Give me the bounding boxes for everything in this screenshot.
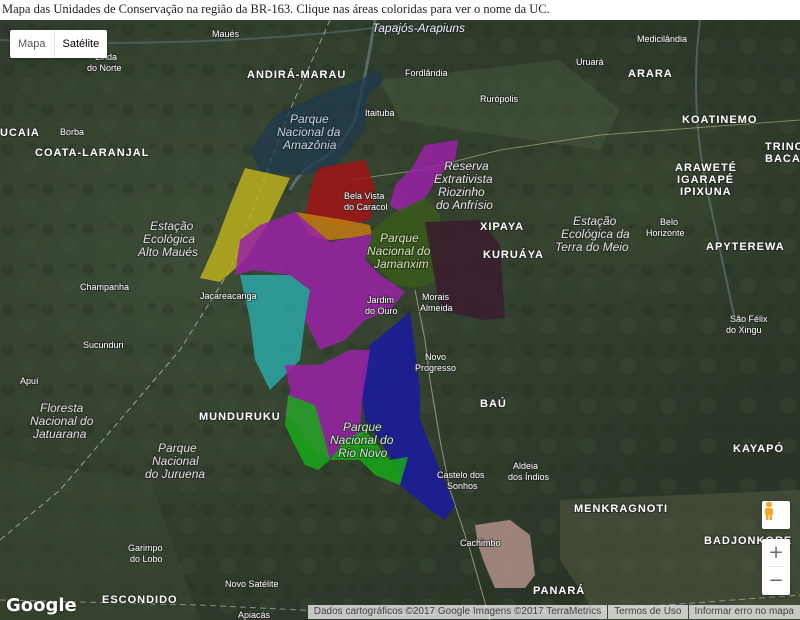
label-est-meio-1: Estação — [573, 214, 617, 228]
label-belo-2: Horizonte — [646, 228, 685, 238]
label-morais-1: Morais — [422, 292, 450, 302]
label-aldeia-1: Aldeia — [513, 461, 538, 471]
label-juruena-2: Nacional — [152, 454, 199, 468]
label-jardim-1: Jardim — [367, 295, 394, 305]
label-borba: Borba — [60, 127, 84, 137]
label-do-norte: do Norte — [87, 63, 122, 73]
label-koatinemo: KOATINEMO — [682, 114, 757, 126]
label-apiacas: Apiacás — [238, 610, 271, 620]
label-juruena-3: do Juruena — [145, 467, 205, 481]
label-novo-progresso-2: Progresso — [415, 363, 456, 373]
zoom-in-button[interactable]: + — [762, 539, 790, 566]
label-novo-progresso-1: Novo — [425, 352, 446, 362]
label-resex-3: Riozinho — [438, 185, 485, 199]
label-munduruku: MUNDURUKU — [199, 411, 281, 423]
label-panara: PANARÁ — [533, 584, 585, 597]
label-ucaia: UCAIA — [0, 127, 40, 139]
label-sucunduri: Sucunduri — [83, 340, 124, 350]
label-garimpo-2: do Lobo — [130, 554, 163, 564]
label-pn-amazonia-2: Nacional da — [277, 125, 341, 139]
pegman-icon — [765, 501, 773, 520]
label-rio-novo-2: Nacional do — [330, 433, 394, 447]
label-trinch: TRINCH — [765, 141, 800, 153]
label-resex-1: Reserva — [444, 159, 489, 173]
label-est-alto-1: Estação — [150, 219, 194, 233]
label-ruropolis: Rurópolis — [480, 94, 519, 104]
label-jacareacanga: Jacareacanga — [200, 291, 257, 301]
label-pn-amazonia-3: Amazônia — [282, 138, 337, 152]
label-medicilandia: Medicilândia — [637, 34, 687, 44]
label-champanha: Champanha — [80, 282, 129, 292]
label-itaituba: Itaituba — [365, 108, 395, 118]
label-ipixuna: IPIXUNA — [680, 186, 732, 198]
label-resex-2: Extrativista — [434, 172, 493, 186]
label-est-alto-2: Ecológica — [143, 232, 195, 246]
label-uruara: Uruará — [576, 57, 604, 67]
label-est-alto-3: Alto Maués — [137, 245, 198, 259]
google-logo: Google — [6, 595, 77, 616]
label-pn-amazonia-1: Parque — [290, 112, 329, 126]
label-resex-4: do Anfrísio — [436, 198, 493, 212]
label-sao-felix-2: do Xingu — [726, 325, 762, 335]
label-tapajos-arapiuns: Tapajós-Arapiuns — [372, 21, 465, 35]
label-escondido: ESCONDIDO — [102, 594, 178, 606]
label-jamanxim-1: Parque — [380, 231, 419, 245]
label-xipaya: XIPAYA — [480, 221, 524, 233]
label-rio-novo-1: Parque — [343, 420, 382, 434]
label-igarape: IGARAPÉ — [677, 173, 734, 186]
label-est-meio-3: Terra do Meio — [555, 240, 629, 254]
label-andira-marau: ANDIRÁ-MARAU — [247, 68, 346, 81]
label-juruena-1: Parque — [158, 441, 197, 455]
label-apyterewa: APYTEREWA — [706, 241, 785, 253]
label-castelo-1: Castelo dos — [437, 470, 485, 480]
label-garimpo-1: Garimpo — [128, 543, 163, 553]
zoom-control[interactable]: + − — [762, 539, 790, 595]
label-aldeia-2: dos Índios — [508, 472, 550, 482]
satellite-map-svg[interactable]: ANDIRÁ-MARAU Tapajós-Arapiuns Maués Ford… — [0, 20, 800, 620]
label-cachimbo: Cachimbo — [460, 538, 501, 548]
label-flona-2: Nacional do — [30, 414, 94, 428]
map-type-satellite-button[interactable]: Satélite — [53, 30, 108, 58]
label-est-meio-2: Ecológica da — [561, 227, 630, 241]
label-sao-felix-1: São Félix — [730, 314, 768, 324]
label-flona-1: Floresta — [40, 401, 84, 415]
label-menkragnoti: MENKRAGNOTI — [574, 503, 668, 515]
label-bacaja: BACA — [765, 153, 800, 165]
report-error-link[interactable]: Informar erro no mapa — [688, 605, 800, 619]
label-kayapo: KAYAPÓ — [733, 442, 784, 455]
map-type-control[interactable]: Mapa Satélite — [10, 30, 108, 58]
label-bela-vista-2: do Caracol — [344, 202, 388, 212]
zoom-out-button[interactable]: − — [762, 567, 790, 594]
label-fordlandia: Fordlândia — [405, 68, 448, 78]
label-novo-satelite: Novo Satélite — [225, 579, 279, 589]
terms-of-use-link[interactable]: Termos de Uso — [608, 605, 688, 619]
street-view-pegman[interactable] — [762, 501, 790, 529]
label-belo-1: Belo — [660, 217, 678, 227]
label-jamanxim-2: Nacional do — [367, 244, 431, 258]
label-arara: ARARA — [628, 68, 673, 80]
label-jamanxim-3: Jamanxim — [373, 257, 429, 271]
label-maues: Maués — [212, 29, 240, 39]
map-footer: Dados cartográficos ©2017 Google Imagens… — [307, 605, 800, 619]
map-canvas[interactable]: ANDIRÁ-MARAU Tapajós-Arapiuns Maués Ford… — [0, 20, 800, 620]
label-arawete: ARAWETÉ — [675, 161, 737, 174]
label-bela-vista-1: Bela Vista — [344, 191, 384, 201]
label-coata-laranjal: COATA-LARANJAL — [35, 147, 149, 159]
label-rio-novo-3: Rio Novo — [338, 446, 388, 460]
label-flona-3: Jatuarana — [32, 427, 87, 441]
label-morais-2: Almeida — [420, 303, 453, 313]
map-data-attribution: Dados cartográficos ©2017 Google Imagens… — [307, 605, 608, 619]
map-caption: Mapa das Unidades de Conservação na regi… — [2, 2, 550, 16]
label-apui: Apuí — [20, 376, 39, 386]
label-castelo-2: Sonhos — [447, 481, 478, 491]
label-kuruaya: KURUÁYA — [483, 248, 544, 261]
map-type-map-button[interactable]: Mapa — [10, 30, 54, 58]
label-bau: BAÚ — [480, 397, 507, 410]
label-jardim-2: do Ouro — [365, 306, 398, 316]
